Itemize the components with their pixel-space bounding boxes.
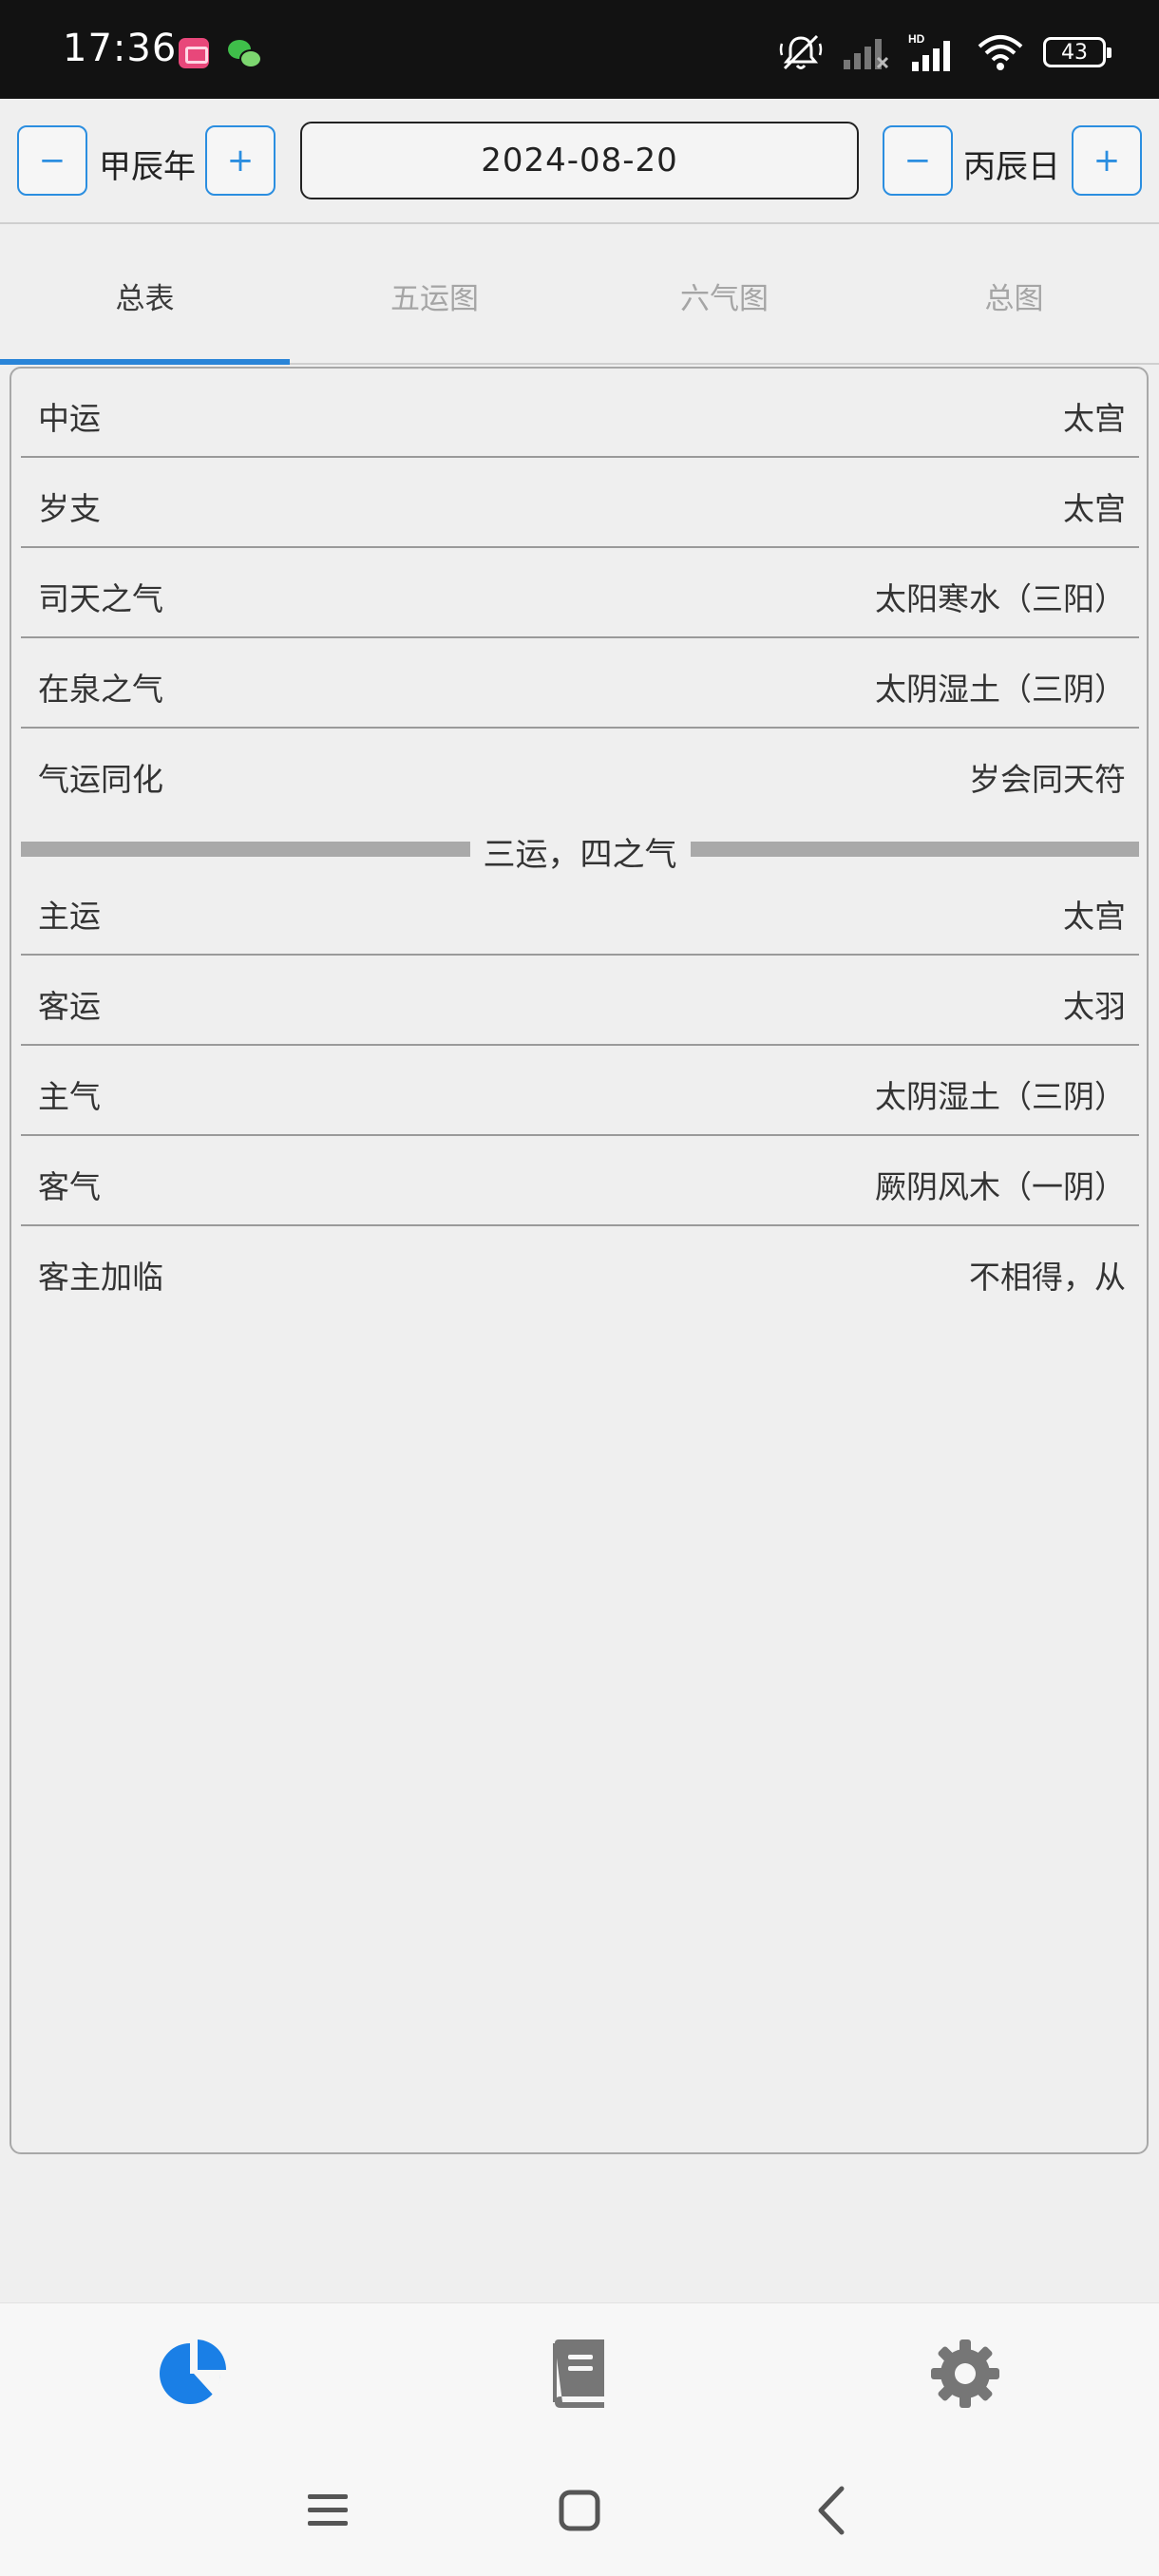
row-value: 太宫 xyxy=(1063,898,1126,935)
day-increment-button[interactable]: + xyxy=(1072,125,1142,196)
row-label: 客气 xyxy=(38,1168,101,1205)
home-icon[interactable] xyxy=(546,2477,613,2544)
wechat-icon xyxy=(228,38,262,68)
system-navigation xyxy=(0,2443,1159,2576)
hd-signal-icon: HD xyxy=(908,32,950,71)
table-row: 岁支 太宫 xyxy=(21,459,1139,548)
date-selector-bar: − 甲辰年 + 2024-08-20 − 丙辰日 + xyxy=(0,99,1159,224)
row-value: 太阴湿土（三阴） xyxy=(875,671,1126,708)
day-decrement-button[interactable]: − xyxy=(883,125,953,196)
battery-icon: 43 xyxy=(1043,37,1112,67)
menu-icon[interactable] xyxy=(294,2477,361,2544)
row-label: 司天之气 xyxy=(38,580,163,617)
wifi-icon xyxy=(978,35,1023,70)
table-row: 气运同化 岁会同天符 xyxy=(21,729,1139,819)
chart-pie-icon[interactable] xyxy=(154,2336,230,2412)
status-icons: HD 43 xyxy=(779,28,1112,76)
row-label: 在泉之气 xyxy=(38,671,163,708)
row-label: 客运 xyxy=(38,988,101,1025)
status-bar: 17:36 HD 43 xyxy=(0,0,1159,99)
table-row: 中运 太宫 xyxy=(21,369,1139,458)
row-value: 岁会同天符 xyxy=(969,761,1126,798)
row-label: 客主加临 xyxy=(38,1259,163,1296)
svg-text:HD: HD xyxy=(908,32,925,46)
row-value: 太阳寒水（三阳） xyxy=(875,580,1126,617)
tab-overview[interactable]: 总图 xyxy=(869,226,1159,365)
table-row: 客气 厥阴风木（一阴） xyxy=(21,1137,1139,1226)
day-label: 丙辰日 xyxy=(963,148,1060,186)
gear-icon[interactable] xyxy=(927,2336,1003,2412)
tab-label: 总图 xyxy=(984,281,1044,316)
table-row: 客主加临 不相得，从 xyxy=(21,1227,1139,1316)
battery-level: 43 xyxy=(1061,40,1088,65)
row-value: 不相得，从 xyxy=(969,1259,1126,1296)
row-value: 厥阴风木（一阴） xyxy=(875,1168,1126,1205)
table-row: 在泉之气 太阴湿土（三阴） xyxy=(21,639,1139,729)
status-time: 17:36 xyxy=(63,27,178,70)
table-row: 主气 太阴湿土（三阴） xyxy=(21,1047,1139,1136)
summary-table-card: 中运 太宫 岁支 太宫 司天之气 太阳寒水（三阳） 在泉之气 太阴湿土（三阴） … xyxy=(10,367,1149,2154)
tab-summary[interactable]: 总表 xyxy=(0,226,290,365)
tab-bar: 总表 五运图 六气图 总图 xyxy=(0,226,1159,365)
active-tab-indicator xyxy=(0,359,290,365)
tab-label: 总表 xyxy=(115,281,175,316)
tab-six-qi[interactable]: 六气图 xyxy=(580,226,869,365)
row-label: 气运同化 xyxy=(38,761,163,798)
table-row: 主运 太宫 xyxy=(21,866,1139,956)
table-row: 司天之气 太阳寒水（三阳） xyxy=(21,549,1139,638)
back-icon[interactable] xyxy=(800,2477,866,2544)
tab-five-movements[interactable]: 五运图 xyxy=(290,226,580,365)
bottom-navigation xyxy=(0,2302,1159,2443)
row-value: 太羽 xyxy=(1063,988,1126,1025)
row-label: 岁支 xyxy=(38,490,101,527)
year-decrement-button[interactable]: − xyxy=(17,125,87,196)
signal-icon xyxy=(844,39,889,69)
book-icon[interactable] xyxy=(542,2336,618,2412)
row-label: 主气 xyxy=(38,1078,101,1115)
row-value: 太阴湿土（三阴） xyxy=(875,1078,1126,1115)
row-label: 中运 xyxy=(38,400,101,437)
table-row: 客运 太羽 xyxy=(21,957,1139,1046)
app-notification-icon xyxy=(179,38,209,68)
row-label: 主运 xyxy=(38,898,101,935)
row-value: 太宫 xyxy=(1063,490,1126,527)
year-increment-button[interactable]: + xyxy=(205,125,276,196)
year-label: 甲辰年 xyxy=(99,148,196,186)
mute-icon xyxy=(779,34,823,70)
tab-label: 六气图 xyxy=(680,281,769,316)
row-value: 太宫 xyxy=(1063,400,1126,437)
date-input[interactable]: 2024-08-20 xyxy=(300,122,859,199)
tab-label: 五运图 xyxy=(390,281,479,316)
